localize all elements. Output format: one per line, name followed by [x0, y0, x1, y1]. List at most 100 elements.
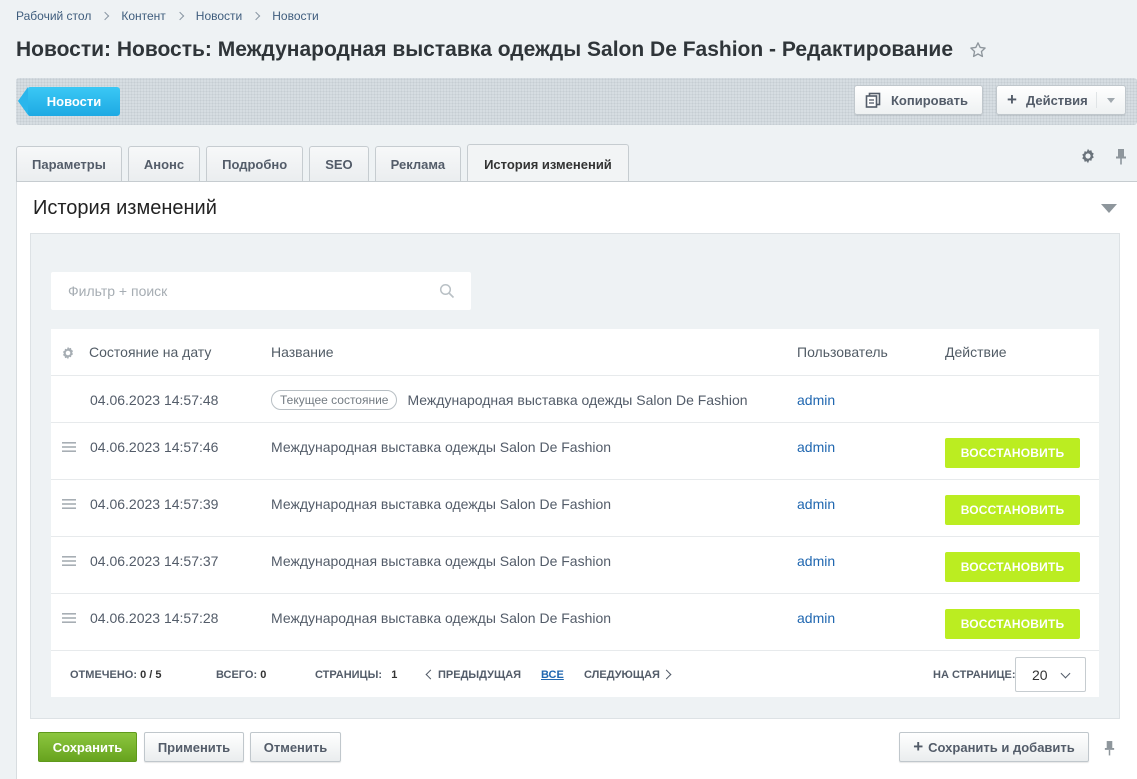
per-page-select[interactable]: 20 — [1015, 657, 1086, 692]
pin-icon[interactable] — [1114, 148, 1128, 165]
pages-counter: СТРАНИЦЫ: 1 — [315, 669, 397, 681]
row-user-link[interactable]: admin — [797, 392, 835, 408]
section-title: История изменений — [33, 197, 217, 219]
restore-button[interactable]: ВОССТАНОВИТЬ — [945, 609, 1080, 639]
pages-value: 1 — [391, 669, 398, 681]
chevron-right-icon — [175, 11, 185, 21]
row-date: 04.06.2023 14:57:48 — [90, 392, 219, 408]
save-and-add-label: Сохранить и добавить — [928, 739, 1075, 755]
tab-history[interactable]: История изменений — [467, 144, 629, 183]
history-container: Состояние на дату Название Пользователь … — [30, 233, 1120, 719]
total-counter: ВСЕГО: 0 — [216, 669, 266, 681]
gear-icon[interactable] — [1080, 148, 1096, 164]
pin-icon[interactable] — [1103, 740, 1116, 756]
tab-parameters[interactable]: Параметры — [16, 146, 122, 182]
page-title-wrap: Новости: Новость: Международная выставка… — [16, 38, 987, 62]
back-to-news-button[interactable]: Новости — [18, 87, 120, 116]
column-header-date[interactable]: Состояние на дату — [89, 344, 211, 360]
row-user-link[interactable]: admin — [797, 496, 835, 512]
row-name: Международная выставка одежды Salon De F… — [271, 553, 612, 569]
cancel-button[interactable]: Отменить — [250, 732, 341, 762]
table-row: 04.06.2023 14:57:28 Международная выстав… — [51, 594, 1099, 651]
chevron-left-icon — [425, 669, 436, 680]
copy-button-label: Копировать — [891, 92, 969, 108]
column-header-name[interactable]: Название — [271, 344, 334, 360]
save-button[interactable]: Сохранить — [38, 732, 137, 762]
grid-header: Состояние на дату Название Пользователь … — [51, 329, 1099, 376]
row-date: 04.06.2023 14:57:46 — [90, 439, 219, 455]
breadcrumb-item-news-section[interactable]: Новости — [196, 9, 242, 23]
tab-seo[interactable]: SEO — [309, 146, 369, 182]
row-date: 04.06.2023 14:57:39 — [90, 496, 219, 512]
copy-button[interactable]: Копировать — [854, 85, 983, 115]
pager-next-label: СЛЕДУЮЩАЯ — [584, 669, 660, 681]
plus-icon: + — [1007, 90, 1017, 109]
total-value: 0 — [260, 669, 267, 681]
tab-details[interactable]: Подробно — [206, 146, 304, 182]
row-user-link[interactable]: admin — [797, 439, 835, 455]
content-panel: История изменений Состояние на дату Назв… — [16, 182, 1137, 779]
breadcrumb-item-news[interactable]: Новости — [272, 9, 318, 23]
chevron-right-icon — [101, 11, 110, 21]
copy-icon — [865, 92, 881, 108]
row-name: Международная выставка одежды Salon De F… — [271, 610, 612, 626]
table-row: 04.06.2023 14:57:39 Международная выстав… — [51, 480, 1099, 537]
current-state-badge: Текущее состояние — [271, 390, 398, 410]
toolbar: Новости Копировать + Действия — [16, 78, 1137, 125]
actions-button[interactable]: + Действия — [996, 85, 1126, 115]
drag-handle-icon[interactable] — [62, 499, 76, 509]
pager-all-link[interactable]: ВСЕ — [541, 669, 564, 681]
restore-button[interactable]: ВОССТАНОВИТЬ — [945, 495, 1080, 525]
actions-button-label: Действия — [1025, 92, 1088, 108]
total-label: ВСЕГО: — [216, 669, 258, 681]
pages-label: СТРАНИЦЫ: — [315, 669, 383, 681]
pager-next[interactable]: СЛЕДУЮЩАЯ — [584, 669, 672, 681]
row-name: Международная выставка одежды Salon De F… — [407, 392, 748, 408]
row-name-wrap: Текущее состояние Международная выставка … — [271, 390, 748, 410]
tabs: Параметры Анонс Подробно SEO Реклама Ист… — [16, 136, 635, 183]
row-user-link[interactable]: admin — [797, 610, 835, 626]
drag-handle-icon[interactable] — [62, 613, 76, 623]
per-page-label: НА СТРАНИЦЕ: — [933, 669, 1016, 681]
apply-button[interactable]: Применить — [144, 732, 244, 762]
search-box — [51, 272, 471, 310]
chevron-right-icon — [661, 669, 672, 680]
history-grid: Состояние на дату Название Пользователь … — [51, 329, 1099, 697]
save-and-add-button[interactable]: + Сохранить и добавить — [899, 732, 1089, 762]
breadcrumb-item-desktop[interactable]: Рабочий стол — [16, 9, 91, 23]
breadcrumb-item-content[interactable]: Контент — [121, 9, 165, 23]
caret-down-icon[interactable] — [1107, 97, 1115, 103]
collapse-icon[interactable] — [1101, 204, 1117, 213]
row-user-link[interactable]: admin — [797, 553, 835, 569]
row-date: 04.06.2023 14:57:37 — [90, 553, 219, 569]
gear-icon[interactable] — [61, 346, 75, 360]
plus-icon: + — [913, 737, 924, 756]
chevron-down-icon — [1060, 668, 1071, 679]
checked-value: 0 / 5 — [140, 669, 162, 681]
tab-preview[interactable]: Анонс — [127, 146, 201, 182]
drag-handle-icon[interactable] — [62, 556, 76, 566]
page-title: Новости: Новость: Международная выставка… — [16, 38, 953, 61]
tab-ads[interactable]: Реклама — [374, 146, 462, 182]
breadcrumb: Рабочий стол Контент Новости Новости — [16, 9, 319, 23]
search-input[interactable] — [51, 273, 421, 309]
per-page-value: 20 — [1032, 666, 1048, 683]
grid-footer: ОТМЕЧЕНО: 0 / 5 ВСЕГО: 0 СТРАНИЦЫ: 1 ПРЕ… — [51, 651, 1099, 697]
row-name: Международная выставка одежды Salon De F… — [271, 439, 612, 455]
checked-counter: ОТМЕЧЕНО: 0 / 5 — [70, 669, 161, 681]
table-row: 04.06.2023 14:57:37 Международная выстав… — [51, 537, 1099, 594]
pager-prev[interactable]: ПРЕДЫДУЩАЯ — [425, 669, 522, 681]
star-icon[interactable] — [969, 41, 987, 59]
row-name: Международная выставка одежды Salon De F… — [271, 496, 612, 512]
divider — [1096, 92, 1097, 108]
restore-button[interactable]: ВОССТАНОВИТЬ — [945, 438, 1080, 468]
pager-prev-label: ПРЕДЫДУЩАЯ — [438, 669, 522, 681]
drag-handle-icon[interactable] — [62, 442, 76, 452]
checked-label: ОТМЕЧЕНО: — [70, 669, 138, 681]
chevron-right-icon — [251, 11, 261, 21]
search-icon[interactable] — [439, 283, 455, 299]
restore-button[interactable]: ВОССТАНОВИТЬ — [945, 552, 1080, 582]
column-header-user[interactable]: Пользователь — [797, 344, 888, 360]
table-row: 04.06.2023 14:57:48 Текущее состояние Меж… — [51, 376, 1099, 423]
column-header-action[interactable]: Действие — [945, 344, 1007, 360]
